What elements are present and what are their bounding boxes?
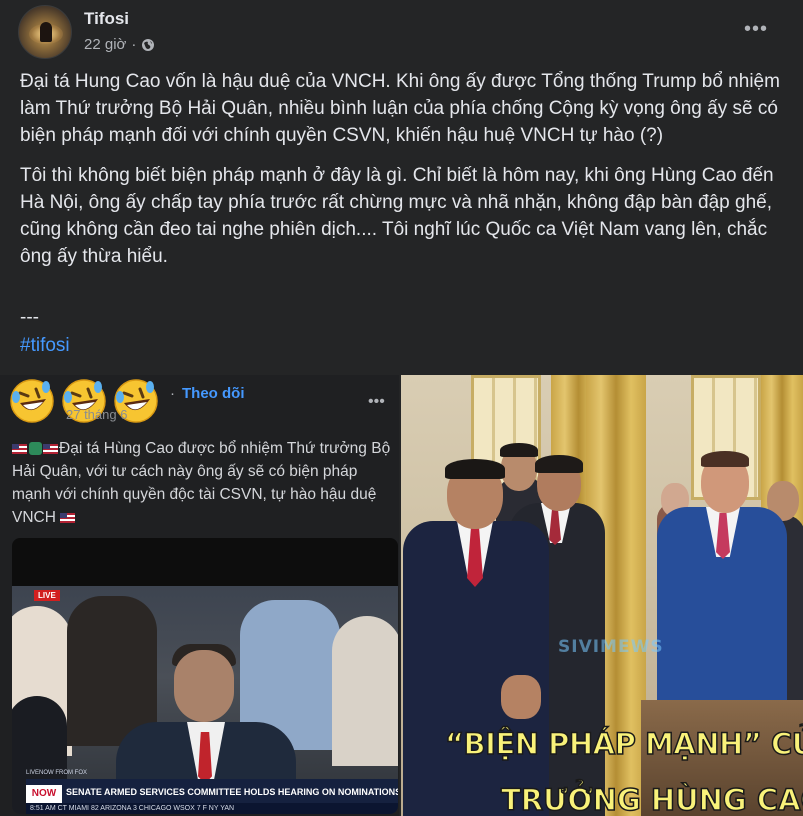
hashtag-link[interactable]: #tifosi (20, 335, 70, 357)
news-ticker: 8:51 AM CT MIAMI 82 ARIZONA 3 CHICAGO WS… (26, 803, 398, 814)
facebook-post: Tifosi 22 giờ · ••• Đại tá Hung Cao vốn … (0, 0, 803, 816)
post-paragraph: Đại tá Hung Cao vốn là hậu duệ của VNCH.… (20, 71, 780, 146)
embed-date: 27 tháng 6 (66, 407, 128, 422)
follow-link: Theo dõi (182, 385, 245, 402)
meta-separator: · (131, 36, 137, 53)
live-tag: LIVE (34, 590, 60, 601)
lower-third-source: LIVENOW FROM FOX (26, 770, 88, 776)
news-headline: SENATE ARMED SERVICES COMMITTEE HOLDS HE… (66, 787, 398, 797)
post-meta: 22 giờ · (84, 36, 155, 53)
post-text: Đại tá Hung Cao vốn là hậu duệ của VNCH.… (20, 68, 790, 283)
news-lower-third: NOW SENATE ARMED SERVICES COMMITTEE HOLD… (26, 779, 398, 803)
caption-line-2: TRƯỞNG HÙNG CAO (500, 782, 803, 816)
badge-icon (29, 442, 42, 456)
rolling-laughing-emoji-icon (6, 375, 58, 427)
author-avatar[interactable] (18, 5, 72, 59)
embed-text: Đại tá Hùng Cao được bổ nhiệm Thứ trưởng… (12, 437, 394, 529)
author-name[interactable]: Tifosi (84, 9, 129, 29)
us-flag-icon (60, 512, 76, 523)
embedded-video: LIVE LIVENOW FROM FOX NOW SENATE ARMED S… (12, 538, 398, 814)
us-flag-icon (12, 443, 27, 454)
post-image-left[interactable]: · Theo dõi 27 tháng 6 ••• Đại tá Hùng Ca… (0, 375, 399, 816)
text-divider: --- (20, 307, 39, 328)
post-time[interactable]: 22 giờ (84, 36, 126, 53)
embed-more-icon: ••• (368, 393, 385, 410)
now-badge: NOW (26, 785, 62, 803)
caption-line-1: “BIỆN PHÁP MẠNH” CỦA THỨ (444, 726, 803, 762)
post-paragraph: Tôi thì không biết biện pháp mạnh ở đây … (20, 165, 774, 267)
post-image-right[interactable]: SIVIMEWS “BIỆN PHÁP MẠNH” CỦA THỨ TRƯỞNG… (401, 375, 803, 816)
more-options-button[interactable]: ••• (736, 14, 776, 44)
globe-icon[interactable] (141, 38, 155, 52)
video-watermark: SIVIMEWS (558, 637, 664, 657)
follow-separator: · (170, 385, 175, 402)
us-flag-icon (43, 443, 58, 454)
